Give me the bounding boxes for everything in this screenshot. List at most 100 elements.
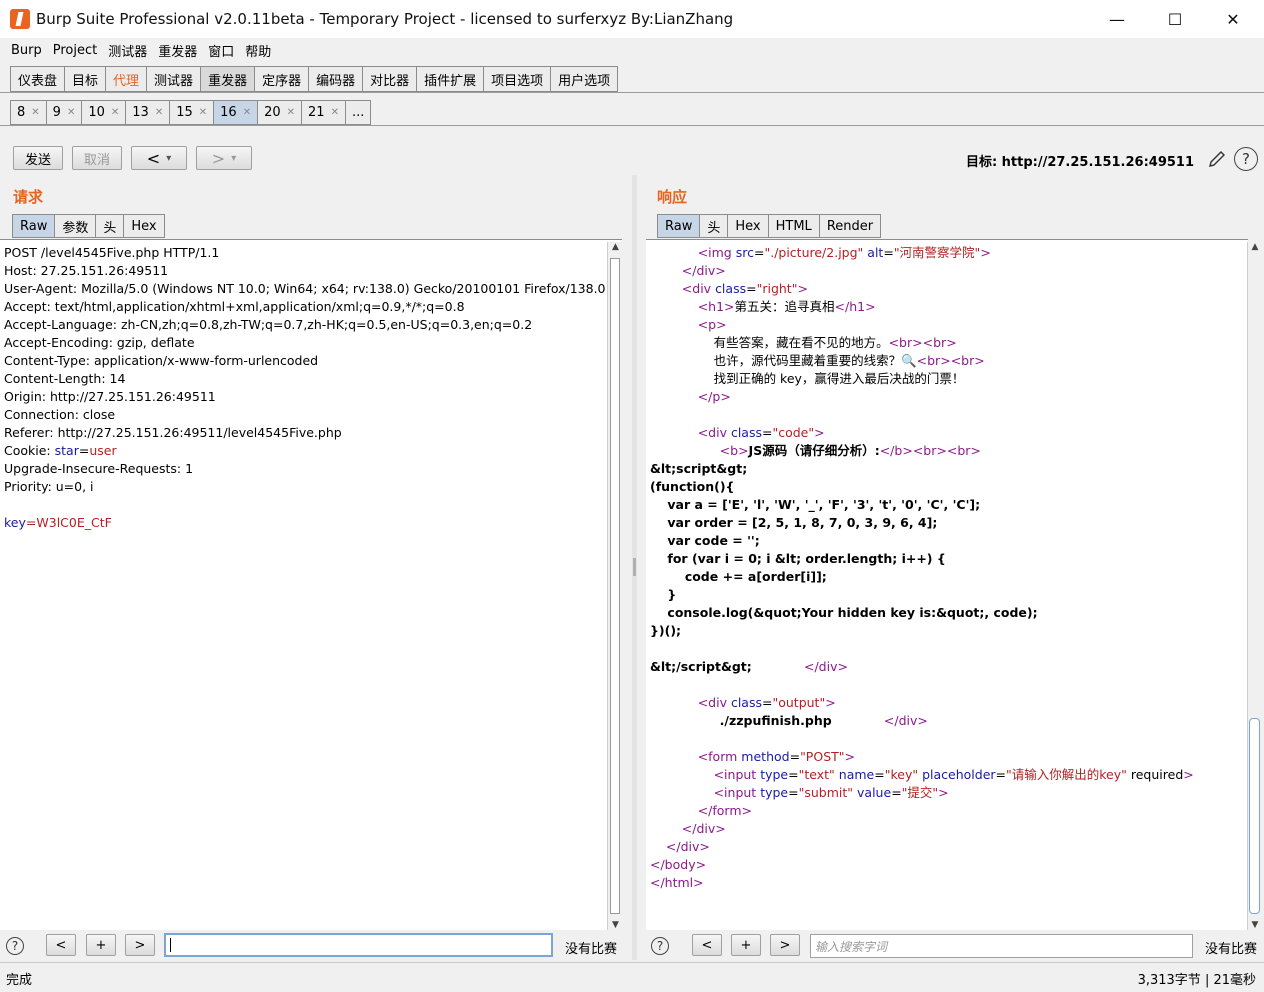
tab-repeater[interactable]: 重发器 xyxy=(200,66,255,92)
repeater-tab[interactable]: 21 ✕ xyxy=(301,100,345,125)
title-bar: Burp Suite Professional v2.0.11beta - Te… xyxy=(0,0,1264,38)
repeater-tab[interactable]: 15 ✕ xyxy=(169,100,214,125)
edit-target-icon[interactable] xyxy=(1206,148,1228,170)
new-tab-button[interactable]: ... xyxy=(344,100,372,125)
repeater-tab[interactable]: 9 ✕ xyxy=(45,100,82,125)
response-search-input[interactable]: 输入搜索字词 xyxy=(810,934,1193,958)
scroll-thumb[interactable] xyxy=(610,258,620,914)
window-title: Burp Suite Professional v2.0.11beta - Te… xyxy=(36,10,734,28)
send-button[interactable]: 发送 xyxy=(13,146,63,170)
pane-splitter[interactable] xyxy=(632,175,637,960)
request-line: POST /level4545Five.php HTTP/1.1 xyxy=(4,245,220,260)
tab-sequencer[interactable]: 定序器 xyxy=(254,66,309,92)
tab-user-options[interactable]: 用户选项 xyxy=(550,66,619,92)
repeater-tab[interactable]: 10 ✕ xyxy=(81,100,126,125)
menu-repeater[interactable]: 重发器 xyxy=(154,41,201,60)
prev-match-button[interactable]: < xyxy=(46,934,76,956)
repeater-tab[interactable]: 8 ✕ xyxy=(10,100,46,125)
cancel-button[interactable]: 取消 xyxy=(72,146,122,170)
repeater-tab[interactable]: 13 ✕ xyxy=(125,100,170,125)
tab-comparer[interactable]: 对比器 xyxy=(362,66,417,92)
close-tab-icon[interactable]: ✕ xyxy=(243,107,251,118)
tab-label: 21 xyxy=(308,105,325,120)
request-editor[interactable]: POST /level4545Five.php HTTP/1.1 Host: 2… xyxy=(0,239,622,930)
request-title: 请求 xyxy=(13,188,44,206)
prev-match-button[interactable]: < xyxy=(692,934,722,956)
menu-burp[interactable]: Burp xyxy=(7,43,46,58)
menu-window[interactable]: 窗口 xyxy=(204,41,238,60)
help-icon[interactable]: ? xyxy=(6,937,24,955)
tab-extender[interactable]: 插件扩展 xyxy=(416,66,484,92)
tab-proxy[interactable]: 代理 xyxy=(105,66,147,92)
close-tab-icon[interactable]: ✕ xyxy=(67,107,75,118)
repeater-tab[interactable]: 20 ✕ xyxy=(257,100,302,125)
tab-hex[interactable]: Hex xyxy=(727,214,768,238)
close-button[interactable]: ✕ xyxy=(1204,0,1262,38)
tab-html[interactable]: HTML xyxy=(767,214,819,238)
main-tabs: 仪表盘 目标 代理 测试器 重发器 定序器 编码器 对比器 插件扩展 项目选项 … xyxy=(10,66,619,92)
dropdown-icon: ▾ xyxy=(231,152,237,164)
help-icon[interactable]: ? xyxy=(651,937,669,955)
next-match-button[interactable]: > xyxy=(770,934,800,956)
scroll-thumb[interactable] xyxy=(1249,718,1260,914)
menu-project[interactable]: Project xyxy=(49,43,101,58)
menu-intruder[interactable]: 测试器 xyxy=(104,41,151,60)
divider xyxy=(0,125,1264,126)
tab-decoder[interactable]: 编码器 xyxy=(308,66,363,92)
help-icon[interactable]: ? xyxy=(1234,147,1258,171)
tab-raw[interactable]: Raw xyxy=(12,214,55,238)
response-editor[interactable]: <img src="./picture/2.jpg" alt="河南警察学院">… xyxy=(646,239,1248,930)
close-tab-icon[interactable]: ✕ xyxy=(31,107,39,118)
close-tab-icon[interactable]: ✕ xyxy=(287,107,295,118)
close-tab-icon[interactable]: ✕ xyxy=(155,107,163,118)
tab-intruder[interactable]: 测试器 xyxy=(146,66,201,92)
tab-render[interactable]: Render xyxy=(818,214,882,238)
tab-project-options[interactable]: 项目选项 xyxy=(483,66,551,92)
scroll-down-icon[interactable]: ▼ xyxy=(1248,920,1262,930)
repeater-tab[interactable]: 16 ✕ xyxy=(213,100,258,125)
menu-help[interactable]: 帮助 xyxy=(241,41,275,60)
close-tab-icon[interactable]: ✕ xyxy=(331,107,339,118)
tab-raw[interactable]: Raw xyxy=(657,214,700,238)
tab-hex[interactable]: Hex xyxy=(123,214,165,238)
back-button[interactable]: < ▾ xyxy=(131,146,187,170)
tab-params[interactable]: 参数 xyxy=(54,214,96,238)
tab-headers[interactable]: 头 xyxy=(699,214,728,238)
scroll-up-icon[interactable]: ▲ xyxy=(608,242,623,252)
response-line: &lt;/script&gt; </div> xyxy=(650,659,848,674)
add-button[interactable]: + xyxy=(86,934,116,956)
response-line: </body> xyxy=(650,857,707,872)
target-label: 目标: http://27.25.151.26:49511 xyxy=(965,155,1194,170)
scroll-down-icon[interactable]: ▼ xyxy=(608,920,623,930)
request-scrollbar[interactable]: ▲ ▼ xyxy=(607,242,623,930)
request-body-line: key=W3lC0E_CtF xyxy=(4,515,112,530)
response-line: for (var i = 0; i &lt; order.length; i++… xyxy=(650,551,946,566)
forward-button[interactable]: > ▾ xyxy=(196,146,252,170)
close-tab-icon[interactable]: ✕ xyxy=(199,107,207,118)
response-line: })(); xyxy=(650,623,682,638)
request-line: Content-Type: application/x-www-form-url… xyxy=(4,353,319,368)
request-search-input[interactable] xyxy=(164,933,553,957)
tab-headers[interactable]: 头 xyxy=(95,214,124,238)
response-line: code += a[order[i]]; xyxy=(650,569,827,584)
scroll-up-icon[interactable]: ▲ xyxy=(1248,242,1262,252)
response-line: } xyxy=(650,587,677,602)
dropdown-icon: ▾ xyxy=(166,152,172,164)
tab-dashboard[interactable]: 仪表盘 xyxy=(10,66,65,92)
response-line: </div> xyxy=(681,821,726,836)
next-match-button[interactable]: > xyxy=(125,934,155,956)
response-scrollbar[interactable]: ▲ ▼ xyxy=(1247,242,1262,930)
request-line: Upgrade-Insecure-Requests: 1 xyxy=(4,461,194,476)
response-line: 有些答案，藏在看不见的地方。<br><br> xyxy=(650,335,957,350)
response-line: var order = [2, 5, 1, 8, 7, 0, 3, 9, 6, … xyxy=(650,515,938,530)
request-line: User-Agent: Mozilla/5.0 (Windows NT 10.0… xyxy=(4,281,606,296)
request-match-status: 没有比赛 xyxy=(565,942,618,957)
request-line: Origin: http://27.25.151.26:49511 xyxy=(4,389,216,404)
response-line: <img src="./picture/2.jpg" alt="河南警察学院"> xyxy=(697,245,991,260)
add-button[interactable]: + xyxy=(731,934,761,956)
minimize-button[interactable]: — xyxy=(1088,0,1146,38)
maximize-button[interactable]: ☐ xyxy=(1146,0,1204,38)
response-size-status: 3,313字节 | 21毫秒 xyxy=(1137,973,1256,988)
close-tab-icon[interactable]: ✕ xyxy=(111,107,119,118)
tab-target[interactable]: 目标 xyxy=(64,66,106,92)
